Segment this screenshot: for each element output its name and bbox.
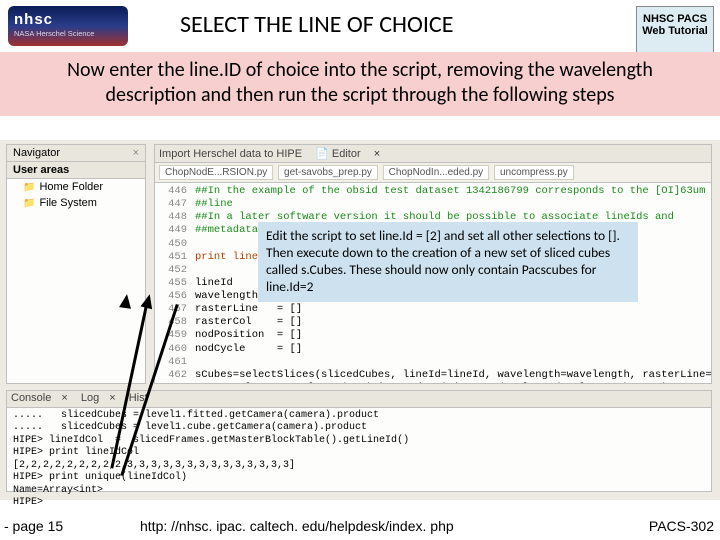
code-line: 458rasterCol = [] [159, 316, 707, 329]
page-title: SELECT THE LINE OF CHOICE [180, 10, 453, 39]
nhsc-logo: nhsc NASA Herschel Science [8, 6, 128, 46]
file-tab-1[interactable]: get-savobs_prep.py [278, 165, 378, 180]
file-tab-2[interactable]: ChopNodIn...eded.py [383, 165, 490, 180]
import-data-tab[interactable]: Import Herschel data to HIPE [159, 148, 302, 160]
close-icon[interactable]: × [133, 147, 139, 159]
console-pane: Console× Log× Hist ..... slicedCubes = l… [6, 390, 712, 492]
navigator-section-header: User areas [7, 162, 145, 179]
instruction-callout-blue: Edit the script to set line.Id = [2] and… [258, 222, 638, 302]
code-line: 459nodPosition = [] [159, 329, 707, 342]
badge-line1: NHSC PACS [637, 13, 713, 25]
navigator-tab-label: Navigator [13, 147, 60, 159]
code-line: 446##In the example of the obsid test da… [159, 185, 707, 198]
editor-file-tabs: ChopNodE...RSION.py get-savobs_prep.py C… [155, 163, 711, 183]
code-line: 462sCubes=selectSlices(slicedCubes, line… [159, 369, 707, 382]
editor-tab[interactable]: 📄 Editor × [315, 148, 380, 160]
arrow-head-icon [119, 293, 133, 309]
doc-id: PACS-302 [649, 518, 714, 534]
logo-subtitle: NASA Herschel Science [14, 29, 94, 38]
instruction-callout-pink: Now enter the line.ID of choice into the… [0, 52, 720, 116]
file-tab-3[interactable]: uncompress.py [494, 165, 574, 180]
footer-url: http: //nhsc. ipac. caltech. edu/helpdes… [140, 518, 454, 534]
hipe-screenshot: Navigator × User areas Home Folder File … [0, 140, 720, 500]
code-line: 457rasterLine = [] [159, 303, 707, 316]
editor-panel-tabs: Import Herschel data to HIPE 📄 Editor × [155, 145, 711, 163]
code-line: 447##line [159, 198, 707, 211]
navigator-tab[interactable]: Navigator × [7, 145, 145, 162]
code-line: 460nodCycle = [] [159, 343, 707, 356]
page-number: - page 15 [4, 518, 63, 534]
navigator-pane: Navigator × User areas Home Folder File … [6, 144, 146, 384]
console-tabs: Console× Log× Hist [7, 391, 711, 408]
badge-line2: Web Tutorial [637, 25, 713, 37]
file-tab-0[interactable]: ChopNodE...RSION.py [159, 165, 273, 180]
console-tab[interactable]: Console [11, 392, 51, 404]
log-tab[interactable]: Log [81, 392, 99, 404]
code-line: 461 [159, 356, 707, 369]
nav-item-filesystem[interactable]: File System [7, 195, 145, 211]
logo-title: nhsc [14, 12, 122, 29]
code-line: 463rasterCol=rasterCol, nodPosition=nodP… [159, 382, 707, 384]
nav-item-home[interactable]: Home Folder [7, 179, 145, 195]
